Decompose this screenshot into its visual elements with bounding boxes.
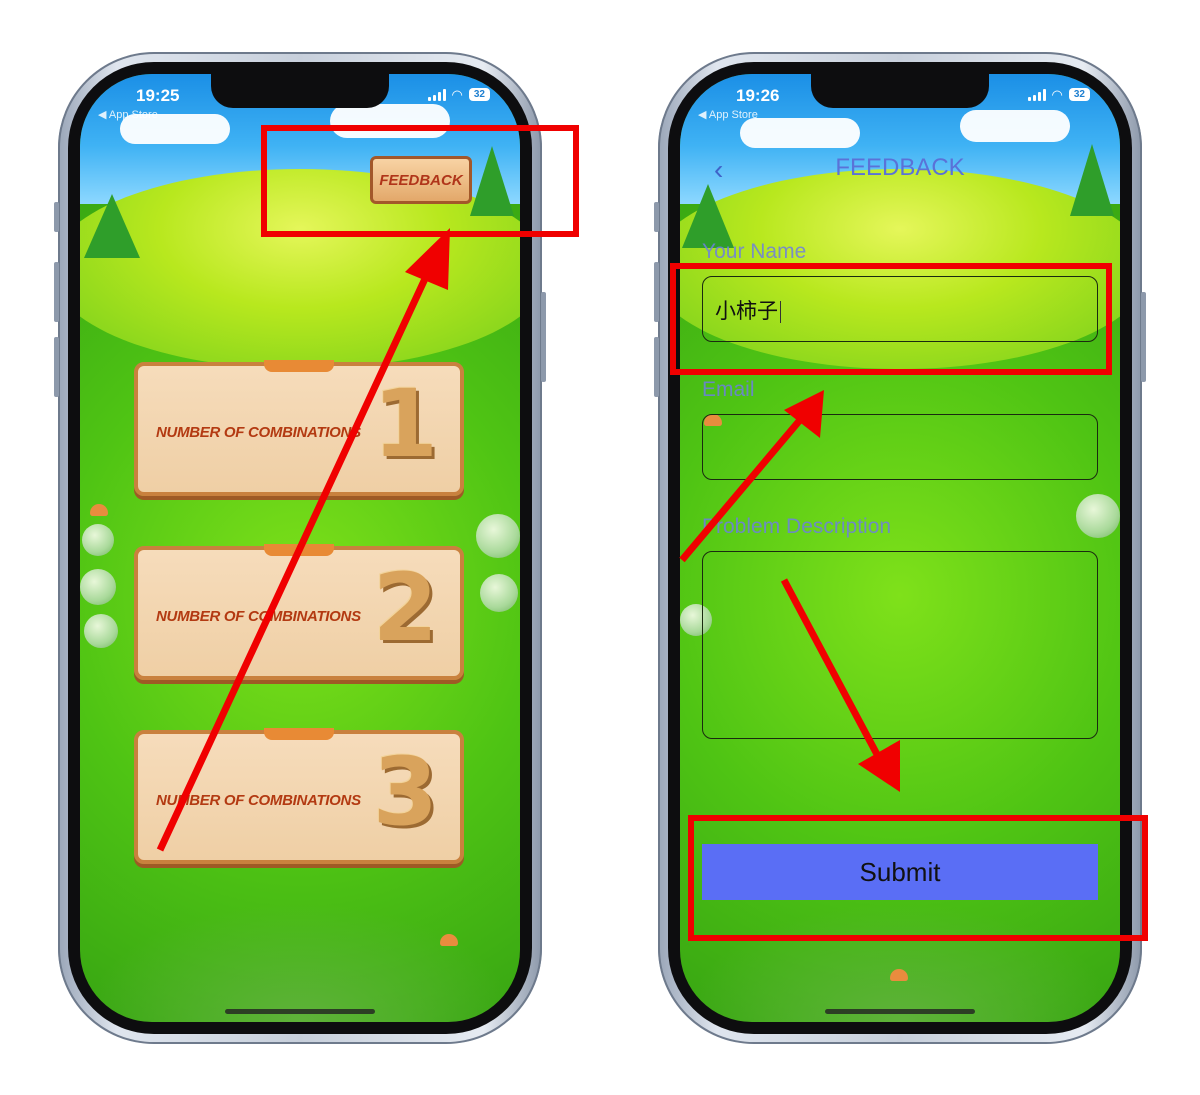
arrow-line-to-submit [780, 578, 884, 762]
arrowhead-icon [405, 228, 450, 290]
annotation-arrows [156, 228, 900, 852]
arrow-line-to-feedback [156, 266, 434, 852]
arrowhead-icon [858, 740, 900, 792]
arrow-line-to-name [679, 417, 803, 563]
